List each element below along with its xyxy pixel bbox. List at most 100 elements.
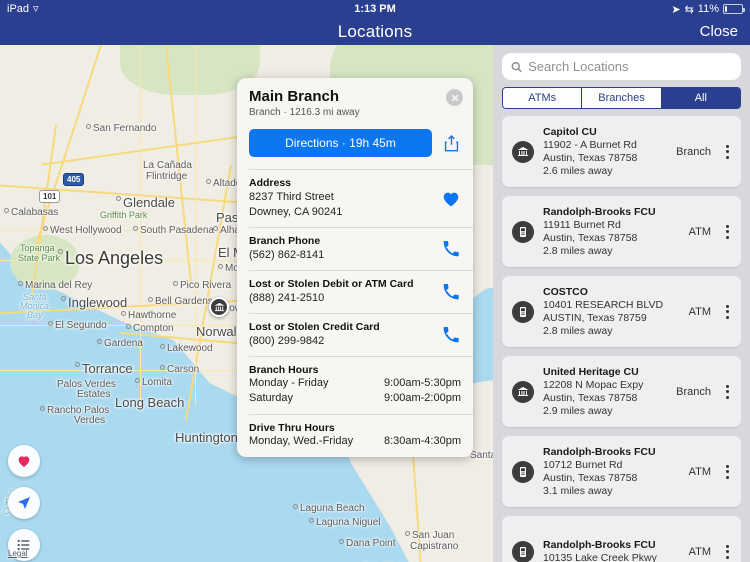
map-poi-dot [339,539,344,544]
hours-line: Monday - Friday 9:00am-5:30pm [249,376,461,391]
call-branch-button[interactable] [440,238,462,260]
hours-days: Monday, Wed.-Friday [249,435,354,447]
locations-panel: ATMsBranchesAll Capitol CU11902 - A Burn… [493,45,750,562]
locations-list[interactable]: Capitol CU 11902 - A Burnet Rd Austin, Tex… [493,116,750,562]
more-options-icon[interactable] [726,384,731,399]
location-distance: 3.1 miles away [543,484,613,497]
location-info: COSTCO 10401 RESEARCH BLVD AUSTIN, Texas 7… [543,286,674,338]
map-label: Capistrano [410,541,459,552]
map-label: State Park [18,253,61,263]
branch-hours-label: Branch Hours [249,364,319,376]
map-label: Torrance [82,361,133,376]
location-list-item[interactable]: Randolph-Brooks FCU 10135 Lake Creek Pkwy… [502,516,741,562]
map-poi-dot [293,504,298,509]
location-list-item[interactable]: Randolph-Brooks FCU 10712 Burnet Rd Austin… [502,436,741,507]
location-distance: 2.8 miles away [543,324,613,337]
location-street: 10401 RESEARCH BLVD [543,298,664,311]
map-label: Glendale [123,195,176,210]
hours-time: 9:00am-5:30pm [383,377,461,389]
location-list-item[interactable]: COSTCO 10401 RESEARCH BLVD AUSTIN, Texas 7… [502,276,741,347]
location-list-item[interactable]: United Heritage CU 12208 N Mopac Expy Aust… [502,356,741,427]
map-label: Calabasas [11,207,59,218]
map-label: Norwalk [196,324,243,339]
location-distance: 2.9 miles away [543,404,613,417]
directions-button[interactable]: Directions · 19h 45m [249,129,432,157]
map-label: Pico Rivera [180,280,232,291]
location-name: Capitol CU [543,125,597,138]
bank-icon [512,380,534,403]
share-icon[interactable] [441,132,461,154]
close-button[interactable]: Close [700,23,738,40]
map-label: Dana Point [346,538,396,549]
location-list-item[interactable]: Capitol CU 11902 - A Burnet Rd Austin, Tex… [502,116,741,187]
map-label: Huntington [175,430,238,445]
map-poi-dot [61,296,66,301]
location-citystate: AUSTIN, Texas 78759 [543,311,647,324]
hours-line: Monday, Wed.-Friday 8:30am-4:30pm [249,434,461,449]
more-options-icon[interactable] [726,304,731,319]
map-label: Laguna Niguel [316,517,381,528]
atm-icon [512,300,534,323]
location-citystate: Austin, Texas 78758 [543,391,638,404]
detail-title: Main Branch [249,88,340,105]
phone-icon [443,241,459,257]
segment-branches[interactable]: Branches [582,88,662,108]
detail-row: Lost or Stolen Debit or ATM Card (888) 24… [237,271,473,313]
location-info: Randolph-Brooks FCU 10712 Burnet Rd Austin… [543,446,674,498]
map-label: Bell Gardens [155,296,213,307]
map-label: Verdes [74,415,106,426]
call-debit-card-button[interactable] [440,281,462,303]
map-label: El Segundo [55,320,107,331]
map-label: Topanga [20,243,55,253]
map-label: San Fernando [93,123,157,134]
location-info: Randolph-Brooks FCU 10135 Lake Creek Pkwy [543,539,674,562]
detail-row: Address 8237 Third Street Downey, CA 90241 [237,170,473,227]
map-label: Compton [133,323,174,334]
map-label: Santa [470,450,493,461]
locate-me-button[interactable] [8,487,40,519]
drive-thru-hours-label: Drive Thru Hours [249,422,335,434]
location-type: ATM [688,225,711,238]
more-options-icon[interactable] [726,464,731,479]
page-title: Locations [337,21,413,41]
call-credit-card-button[interactable] [440,324,462,346]
bank-icon [512,140,534,163]
close-icon[interactable] [446,89,463,106]
detail-row-label: Branch Phone [249,235,321,247]
search-wrapper [493,45,750,87]
location-type: Branch [676,145,711,158]
location-list-item[interactable]: Randolph-Brooks FCU 11911 Burnet Rd Austin… [502,196,741,267]
map-poi-dot [18,281,23,286]
detail-row-value: (800) 299-9842 [249,335,325,347]
navigation-bar: Locations Close [0,18,750,45]
segment-atms[interactable]: ATMs [503,88,583,108]
map-label: Flintridge [146,171,188,182]
favorites-button[interactable] [8,445,40,477]
map-label: La Cañada [143,160,192,171]
more-options-icon[interactable] [726,144,731,159]
filter-segmented-control[interactable]: ATMs Branches All [502,87,741,109]
atm-icon [512,540,534,562]
phone-icon [443,327,459,343]
more-options-icon[interactable] [726,544,731,559]
location-type: Branch [676,385,711,398]
legal-link[interactable]: Legal [8,549,28,558]
location-name: United Heritage CU [543,365,639,378]
search-input[interactable] [528,59,732,74]
map-label: Inglewood [68,295,128,310]
detail-row-value: 8237 Third Street [249,191,334,203]
search-box[interactable] [502,53,741,80]
more-options-icon[interactable] [726,224,731,239]
map-poi-dot [75,362,80,367]
bank-marker-icon[interactable] [209,297,229,317]
map-label: Griffith Park [100,210,148,220]
map-label: San Juan [412,530,455,541]
map-label: Bay [27,310,43,320]
hours-days: Monday - Friday [249,377,329,389]
map-label: Lomita [142,377,173,388]
favorite-button[interactable] [440,188,462,210]
status-bar: iPad ▿ 1:13 PM ➤ ⇆ 11% [0,0,750,18]
detail-row-label: Address [249,177,292,189]
location-street: 11902 - A Burnet Rd [543,138,637,151]
segment-all[interactable]: All [661,88,740,108]
